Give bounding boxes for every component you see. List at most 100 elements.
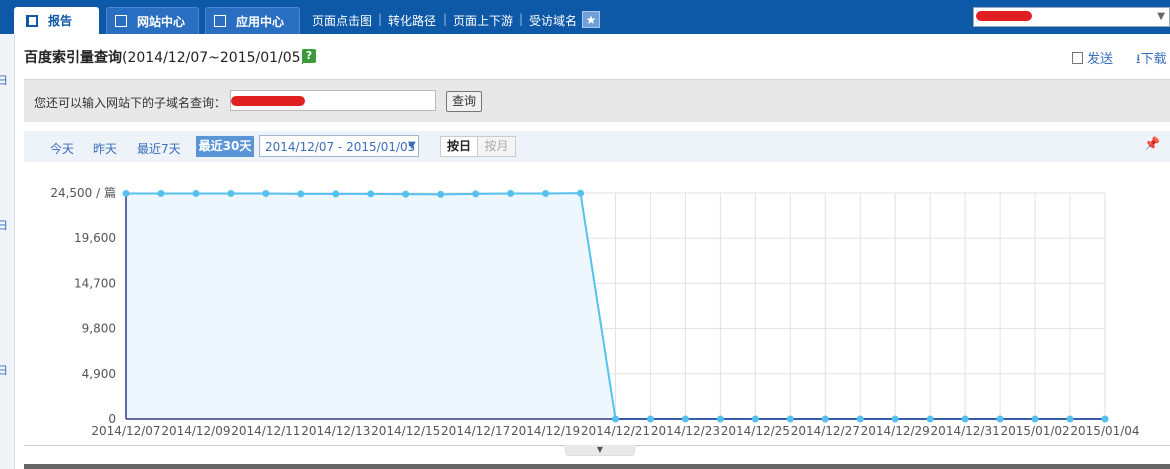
data-point bbox=[891, 415, 899, 423]
data-point bbox=[542, 189, 550, 197]
x-tick-label: 2014/12/21 bbox=[581, 424, 650, 438]
data-point bbox=[332, 190, 340, 198]
separator: | bbox=[443, 12, 448, 26]
subdomain-label: 您还可以输入网站下的子域名查询： bbox=[34, 96, 227, 110]
link-page-up-downstream[interactable]: 页面上下游 bbox=[453, 12, 513, 29]
y-tick-label: 9,800 bbox=[82, 322, 116, 336]
tab-report[interactable]: 报告 bbox=[14, 7, 99, 34]
data-point bbox=[1101, 415, 1109, 423]
index-volume-chart: 04,9009,80014,70019,60024,500 / 篇 2014/1… bbox=[50, 185, 1139, 438]
help-icon[interactable]: ? bbox=[302, 49, 316, 63]
data-point bbox=[472, 190, 480, 198]
x-tick-label: 2014/12/09 bbox=[161, 424, 230, 438]
x-tick-label: 2015/01/04 bbox=[1070, 424, 1139, 438]
data-point bbox=[157, 189, 165, 197]
top-navigation-bar: 报告 网站中心 应用中心 页面点击图 | 转化路径 | 页面上下游 | 受访域名… bbox=[0, 0, 1170, 34]
grid-icon bbox=[214, 15, 226, 27]
redaction-mark bbox=[976, 11, 1032, 21]
tab-site-center-label: 网站中心 bbox=[137, 14, 186, 29]
link-conversion-path[interactable]: 转化路径 bbox=[388, 12, 436, 29]
range-last-30-days[interactable]: 最近30天 bbox=[196, 136, 254, 157]
data-point bbox=[507, 189, 515, 197]
data-point bbox=[681, 415, 689, 423]
data-point bbox=[926, 415, 934, 423]
x-tick-label: 2014/12/23 bbox=[651, 424, 720, 438]
site-select[interactable]: ▼ bbox=[973, 7, 1170, 27]
export-icon bbox=[1072, 52, 1083, 64]
query-button[interactable]: 查询 bbox=[446, 91, 482, 112]
report-icon bbox=[26, 14, 38, 27]
download-button[interactable]: ⭳下载 bbox=[1136, 48, 1167, 72]
date-range-picker[interactable]: 2014/12/07 - 2015/01/05 ▼ bbox=[259, 135, 419, 157]
x-tick-label: 2014/12/27 bbox=[791, 424, 860, 438]
sidebar-item-label[interactable]: 日 bbox=[0, 72, 8, 88]
data-point bbox=[577, 189, 585, 197]
x-tick-label: 2014/12/17 bbox=[441, 424, 510, 438]
data-point bbox=[192, 189, 200, 197]
x-tick-label: 2014/12/07 bbox=[91, 424, 160, 438]
download-label: 下载 bbox=[1140, 52, 1167, 67]
tab-report-label: 报告 bbox=[48, 14, 73, 28]
send-button[interactable]: 发送 bbox=[1072, 48, 1113, 67]
data-point bbox=[122, 189, 130, 197]
y-tick-label: 4,900 bbox=[82, 367, 116, 381]
data-point bbox=[367, 190, 375, 198]
separator: | bbox=[519, 12, 524, 26]
range-yesterday[interactable]: 昨天 bbox=[93, 140, 117, 157]
x-tick-label: 2015/01/02 bbox=[1000, 424, 1069, 438]
y-tick-label: 24,500 / 篇 bbox=[50, 185, 116, 200]
data-point bbox=[821, 415, 829, 423]
tab-site-center[interactable]: 网站中心 bbox=[106, 7, 199, 34]
data-point bbox=[716, 415, 724, 423]
collapse-toggle[interactable]: ▼ bbox=[565, 445, 635, 456]
pin-icon[interactable]: 📌 bbox=[1144, 137, 1160, 152]
date-range-value: 2014/12/07 - 2015/01/05 bbox=[265, 140, 416, 154]
bottom-bar bbox=[24, 464, 1170, 469]
redaction-mark bbox=[231, 96, 305, 106]
star-icon[interactable]: ★ bbox=[582, 11, 600, 28]
x-tick-label: 2014/12/29 bbox=[861, 424, 930, 438]
group-by-month-button[interactable]: 按月 bbox=[478, 136, 516, 157]
x-tick-label: 2014/12/15 bbox=[371, 424, 440, 438]
range-last-7-days[interactable]: 最近7天 bbox=[137, 140, 181, 157]
data-point bbox=[856, 415, 864, 423]
data-point bbox=[437, 190, 445, 198]
y-axis-labels: 04,9009,80014,70019,60024,500 / 篇 bbox=[50, 185, 116, 426]
group-by-day-button[interactable]: 按日 bbox=[440, 136, 478, 157]
link-page-click-map[interactable]: 页面点击图 bbox=[312, 12, 372, 29]
x-axis-labels: 2014/12/07 2014/12/09 2014/12/11 2014/12/13… bbox=[91, 424, 1139, 438]
range-today[interactable]: 今天 bbox=[50, 140, 74, 157]
data-point bbox=[1066, 415, 1074, 423]
subdomain-query-bar: 您还可以输入网站下的子域名查询： 查询 bbox=[24, 79, 1170, 122]
x-tick-label: 2014/12/19 bbox=[511, 424, 580, 438]
data-point bbox=[612, 415, 619, 423]
page-title-range: (2014/12/07~2015/01/05) bbox=[122, 50, 307, 66]
tab-app-center-label: 应用中心 bbox=[236, 14, 285, 29]
data-point bbox=[402, 190, 410, 198]
data-point bbox=[786, 415, 794, 423]
y-tick-label: 19,600 bbox=[74, 231, 116, 245]
tab-app-center[interactable]: 应用中心 bbox=[205, 7, 300, 34]
subdomain-input[interactable] bbox=[230, 90, 436, 111]
data-point bbox=[646, 415, 654, 423]
data-point bbox=[262, 189, 270, 197]
page-title-main: 百度索引量查询 bbox=[24, 50, 122, 66]
link-visited-domains[interactable]: 受访域名 bbox=[529, 12, 577, 29]
data-point bbox=[227, 189, 235, 197]
data-point bbox=[297, 190, 305, 198]
x-tick-label: 2014/12/25 bbox=[721, 424, 790, 438]
page-title: 百度索引量查询(2014/12/07~2015/01/05) bbox=[24, 47, 306, 67]
y-tick-label: 14,700 bbox=[74, 276, 116, 290]
data-point bbox=[1031, 415, 1039, 423]
date-range-bar: 今天 昨天 最近7天 最近30天 2014/12/07 - 2015/01/05… bbox=[24, 131, 1170, 162]
data-point bbox=[961, 415, 969, 423]
edit-icon bbox=[115, 15, 127, 27]
data-point bbox=[751, 415, 759, 423]
send-label: 发送 bbox=[1087, 52, 1114, 67]
chevron-down-icon: ▼ bbox=[408, 140, 416, 151]
x-tick-label: 2014/12/11 bbox=[231, 424, 300, 438]
separator: | bbox=[378, 12, 383, 26]
data-point bbox=[996, 415, 1004, 423]
x-tick-label: 2014/12/31 bbox=[931, 424, 1000, 438]
x-tick-label: 2014/12/13 bbox=[301, 424, 370, 438]
